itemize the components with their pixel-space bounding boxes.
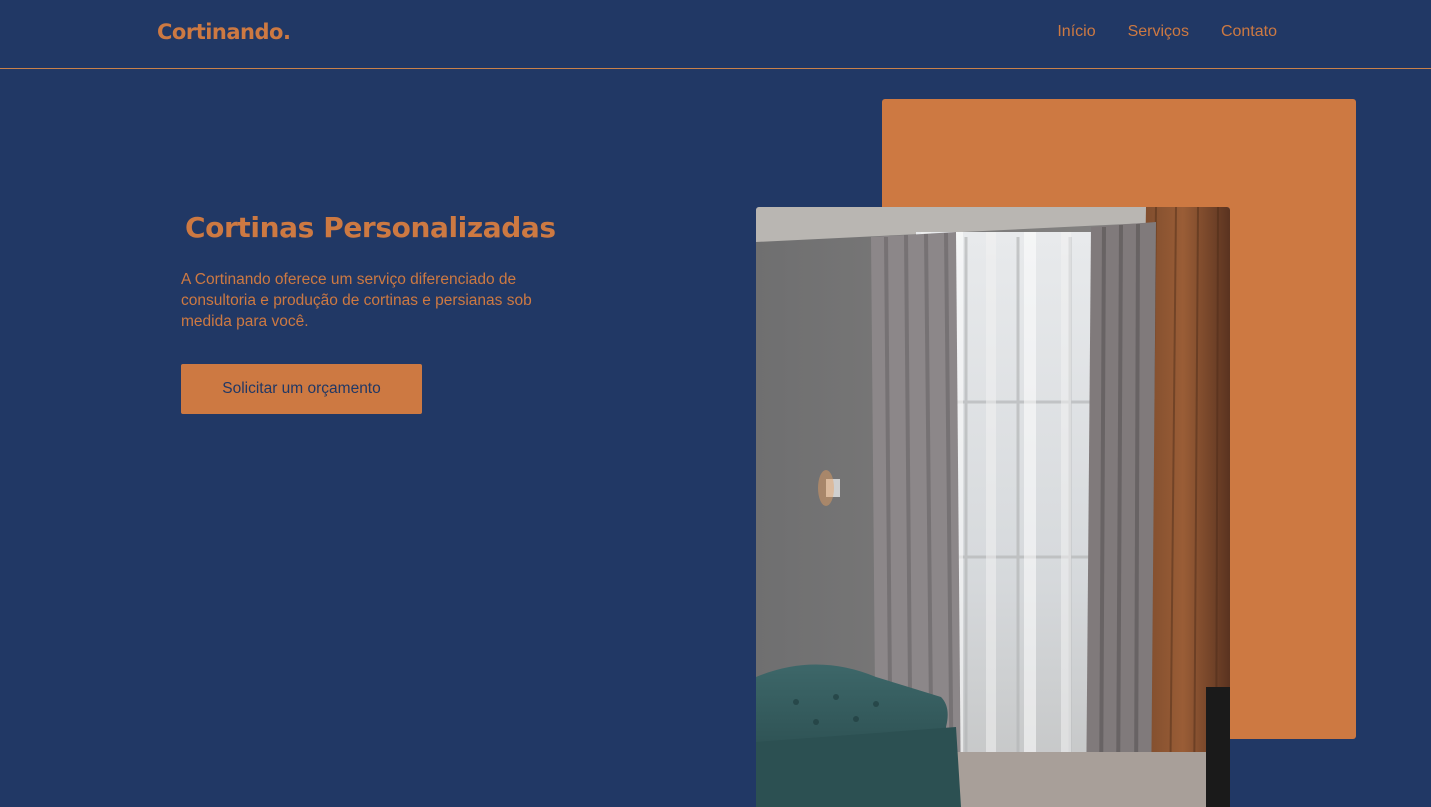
logo-link[interactable]: Cortinando. bbox=[157, 20, 291, 44]
nav-link-contato[interactable]: Contato bbox=[1221, 23, 1277, 41]
request-quote-button[interactable]: Solicitar um orçamento bbox=[181, 364, 422, 414]
site-header: Cortinando. Início Serviços Contato bbox=[0, 0, 1431, 69]
hero-image bbox=[756, 207, 1230, 807]
hero-description: A Cortinando oferece um serviço diferenc… bbox=[181, 271, 532, 330]
hero-title: Cortinas Personalizadas bbox=[185, 211, 556, 244]
main-nav: Início Serviços Contato bbox=[1057, 23, 1277, 41]
nav-link-servicos[interactable]: Serviços bbox=[1128, 23, 1189, 41]
nav-link-inicio[interactable]: Início bbox=[1057, 23, 1095, 41]
page: Cortinando. Início Serviços Contato Cort… bbox=[0, 0, 1431, 807]
